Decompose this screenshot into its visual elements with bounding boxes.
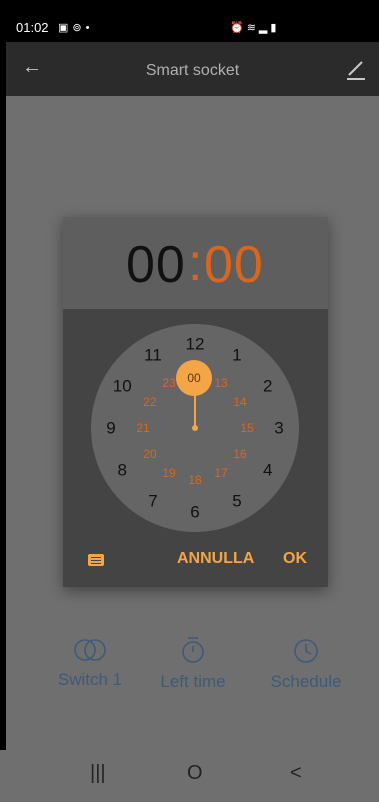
signal-icon: ▂ — [258, 22, 271, 34]
battery-icon: ▮ — [270, 22, 280, 34]
schedule-button[interactable]: Schedule — [261, 638, 351, 692]
schedule-label: Schedule — [270, 672, 342, 691]
clock-hour-14[interactable]: 14 — [233, 396, 246, 408]
hotspot-icon: ⊚ — [72, 22, 86, 34]
page-title: Smart socket — [145, 62, 240, 79]
nav-bar: ||| O < — [0, 750, 379, 802]
clock-hour-16[interactable]: 16 — [233, 448, 246, 460]
time-picker-dialog: 00 : 00 12 1 2 3 4 5 6 7 8 9 10 11 13 14 15 16 17 18 19 20 2… — [63, 217, 328, 587]
dots-icon: • — [85, 22, 94, 34]
clock-hour-11[interactable]: 11 — [144, 347, 162, 364]
ok-button[interactable]: OK — [283, 550, 307, 568]
wifi-icon: ≋ — [246, 22, 259, 34]
clock-hour-22[interactable]: 22 — [143, 396, 156, 408]
nav-back-button[interactable]: < — [290, 762, 302, 785]
time-separator: : — [188, 234, 203, 292]
clock-face[interactable]: 12 1 2 3 4 5 6 7 8 9 10 11 13 14 15 16 17 18 19 20 21 22 23 00 — [91, 324, 299, 532]
clock-hour-3[interactable]: 3 — [274, 420, 283, 437]
cancel-button[interactable]: ANNULLA — [177, 550, 254, 568]
switch-1-label: Switch 1 — [57, 670, 123, 689]
clock-hour-6[interactable]: 6 — [190, 504, 199, 521]
keyboard-icon[interactable] — [88, 554, 104, 566]
clock-hour-10[interactable]: 10 — [113, 378, 132, 395]
clock-hour-9[interactable]: 9 — [106, 420, 115, 437]
pencil-icon[interactable] — [345, 58, 367, 80]
clock-center-dot — [192, 425, 198, 431]
recents-button[interactable]: ||| — [90, 762, 106, 785]
clock-hour-7[interactable]: 7 — [148, 492, 157, 509]
gallery-icon: ▣ — [58, 22, 73, 34]
alarm-icon: ⏰ — [230, 22, 247, 34]
clock-hour-17[interactable]: 17 — [214, 467, 227, 479]
left-time-label: Left time — [160, 672, 226, 691]
clock-hour-8[interactable]: 8 — [118, 462, 127, 479]
clock-hour-1[interactable]: 1 — [232, 347, 241, 364]
home-button[interactable]: O — [187, 762, 203, 785]
clock-hour-2[interactable]: 2 — [263, 378, 272, 395]
clock-icon — [294, 639, 318, 663]
clock-hour-21[interactable]: 21 — [136, 422, 149, 434]
clock-hour-5[interactable]: 5 — [232, 492, 241, 509]
time-display: 00 : 00 — [63, 217, 328, 309]
main-content: 00 : 00 12 1 2 3 4 5 6 7 8 9 10 11 13 14 15 16 17 18 19 20 2… — [6, 96, 379, 750]
left-time-button[interactable]: Left time — [149, 636, 237, 692]
clock-hour-19[interactable]: 19 — [162, 467, 175, 479]
clock-selector[interactable]: 00 — [176, 360, 212, 396]
clock-hour-12[interactable]: 12 — [186, 336, 205, 353]
status-time: 01:02 — [16, 20, 49, 35]
hours-display[interactable]: 00 — [126, 235, 186, 295]
clock-hour-13[interactable]: 13 — [214, 377, 227, 389]
clock-hour-18[interactable]: 18 — [188, 474, 201, 486]
clock-hour-15[interactable]: 15 — [240, 422, 253, 434]
switch-1-button[interactable]: Switch 1 — [46, 638, 134, 690]
app-bar: ← Smart socket — [6, 42, 379, 96]
status-right-icons: ⏰≋▂▮ — [230, 21, 279, 34]
timer-icon — [182, 637, 204, 663]
minutes-display[interactable]: 00 — [204, 235, 264, 295]
toggle-circles-icon — [74, 639, 106, 661]
selected-value: 00 — [187, 371, 201, 385]
clock-hour-23[interactable]: 23 — [162, 377, 175, 389]
status-left-icons: ▣⊚• — [58, 21, 93, 34]
clock-hour-4[interactable]: 4 — [263, 462, 272, 479]
clock-hour-20[interactable]: 20 — [143, 448, 156, 460]
status-bar: 01:02 ▣⊚• ⏰≋▂▮ — [0, 0, 379, 42]
